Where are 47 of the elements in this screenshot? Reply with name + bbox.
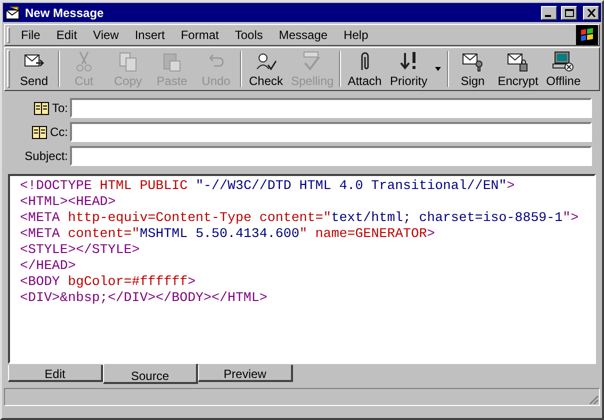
menu-item[interactable]: Format (174, 26, 226, 44)
window-title: New Message (25, 4, 105, 22)
toolbar-button[interactable]: Send (12, 48, 56, 90)
dropdown-arrow-icon[interactable] (432, 66, 443, 72)
address-book-icon[interactable] (32, 126, 47, 138)
menu-item[interactable]: Help (336, 26, 376, 44)
menu-item[interactable]: File (14, 26, 48, 44)
windows-logo-icon (576, 25, 598, 45)
toolbar-button[interactable]: Attach (342, 48, 387, 90)
toolbar-button[interactable]: Sign (450, 48, 495, 90)
maximize-icon (564, 8, 574, 16)
code-line: <STYLE></STYLE> (20, 242, 141, 258)
toolbar-button[interactable]: Offline (541, 48, 586, 90)
attach-icon (360, 50, 369, 72)
tab[interactable]: Preview (198, 365, 293, 382)
toolbar-button[interactable]: Priority (386, 48, 431, 90)
minimize-button[interactable] (541, 6, 557, 20)
menu-item[interactable]: Tools (228, 26, 270, 44)
menu-item[interactable]: View (86, 26, 126, 44)
toolbar-button[interactable]: Encrypt (494, 48, 542, 90)
address-book-icon[interactable] (34, 102, 49, 114)
code-line: <HTML><HEAD> (20, 194, 117, 210)
field-label: Cc: (50, 124, 68, 141)
code-line: <META http-equiv=Content-Type content="text/html; charset=iso-8859-1"> (20, 210, 580, 226)
menu-item[interactable]: Message (272, 26, 335, 44)
tab[interactable]: Edit (8, 365, 103, 382)
resize-grip-icon[interactable] (587, 393, 599, 405)
menu-item[interactable]: Insert (128, 26, 172, 44)
close-button[interactable] (583, 6, 599, 20)
input-field[interactable] (70, 122, 592, 142)
minimize-icon (544, 14, 554, 16)
close-icon (586, 8, 596, 16)
code-line: <DIV>&nbsp;</DIV></BODY></HTML> (20, 290, 268, 306)
input-field[interactable] (70, 146, 592, 166)
maximize-button[interactable] (561, 6, 577, 20)
code-line: <BODY bgColor=#ffffff> (20, 274, 197, 290)
input-field[interactable] (70, 98, 592, 118)
code-line: <META content="MSHTML 5.50.4134.600" name=GENERATOR> (20, 226, 436, 242)
code-line: <!DOCTYPE HTML PUBLIC "-//W3C//DTD HTML 4.0 Transitional//EN"> (20, 178, 516, 194)
envelope-icon (5, 6, 21, 20)
field-label: Subject: (24, 148, 68, 165)
field-label: To: (52, 100, 68, 117)
toolbar-button[interactable]: Check (244, 48, 288, 90)
code-line: </HEAD> (20, 258, 77, 274)
offline-icon (551, 50, 576, 72)
tab[interactable]: Source (103, 364, 198, 384)
menu-item[interactable]: Edit (49, 26, 84, 44)
